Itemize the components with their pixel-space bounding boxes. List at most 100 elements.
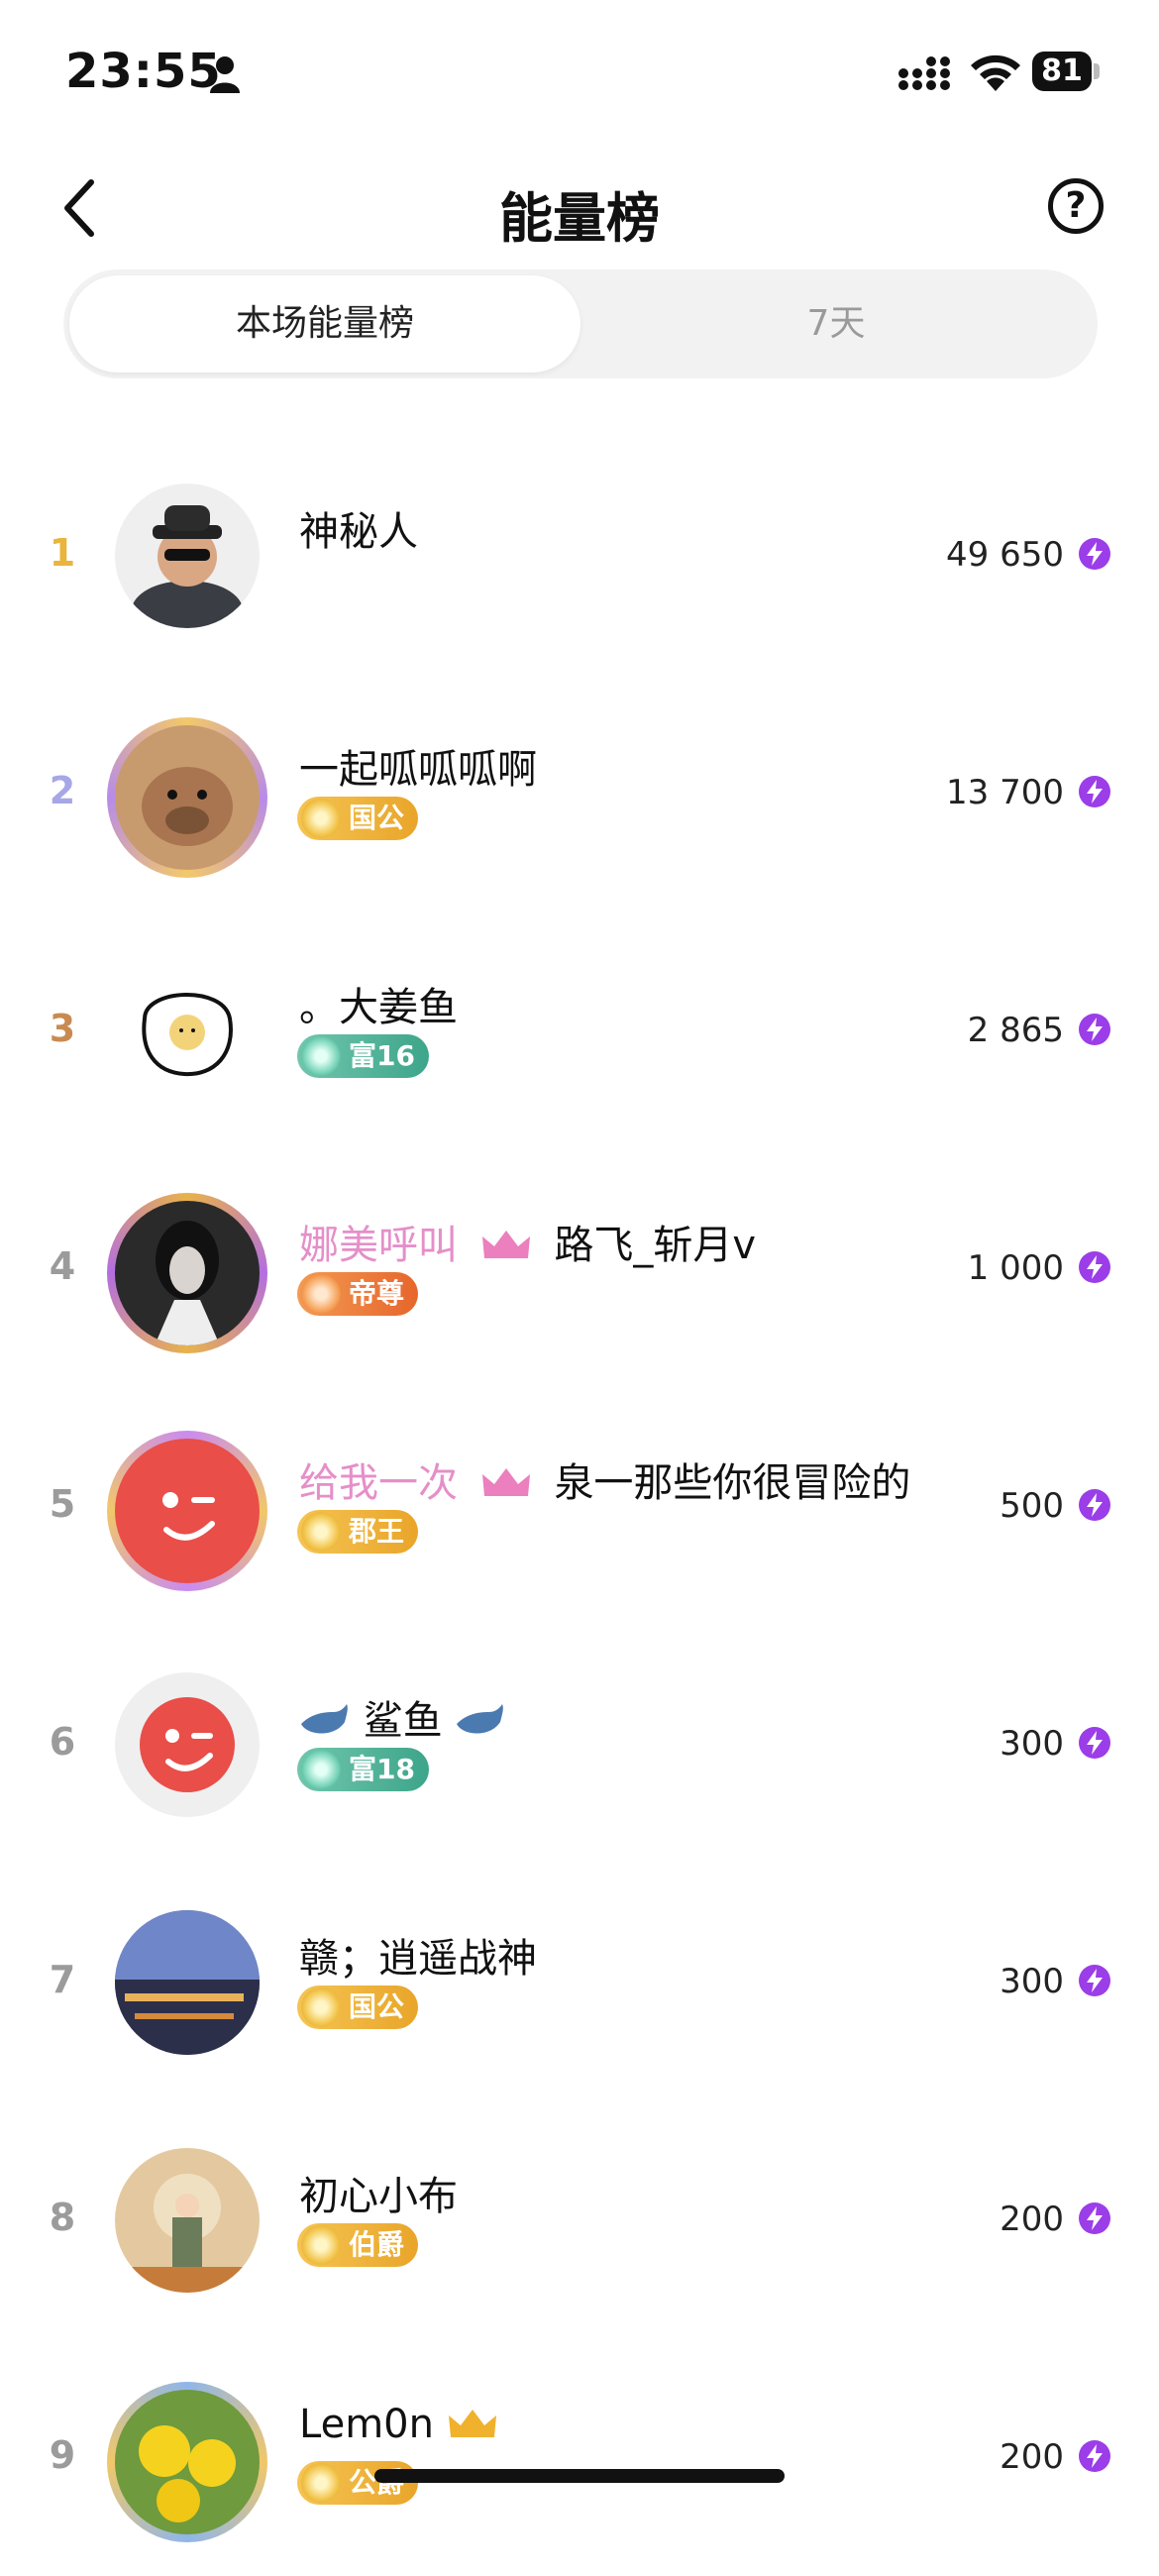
- rank-badge: 公爵: [297, 2461, 419, 2505]
- page-title: 能量榜: [499, 187, 660, 250]
- energy-icon: [1079, 1727, 1110, 1759]
- home-indicator[interactable]: [374, 2469, 785, 2483]
- energy-icon: [1079, 1251, 1110, 1283]
- energy-score: 13 700: [946, 773, 1064, 812]
- energy-score: 2 865: [967, 1011, 1064, 1050]
- avatar[interactable]: [115, 1201, 260, 1345]
- user-name-text: 鲨鱼: [363, 1698, 443, 1744]
- list-item[interactable]: 1 神秘人 49 650: [0, 436, 1159, 674]
- status-bar: 23:55 81: [0, 0, 1159, 149]
- rank-number: 2: [49, 769, 76, 812]
- rank-badge: 帝尊: [297, 1272, 419, 1316]
- energy-icon: [1079, 1965, 1110, 1996]
- badge-label: 国公: [349, 802, 405, 834]
- badge-gem-icon: [301, 1987, 341, 2027]
- status-time: 23:55: [65, 44, 222, 99]
- energy-score: 1 000: [967, 1248, 1064, 1288]
- rank-badge: 国公: [297, 797, 419, 840]
- battery-icon: 81: [1032, 52, 1102, 93]
- badge-label: 富16: [349, 1039, 415, 1072]
- badge-gem-icon: [301, 1274, 341, 1314]
- rank-badge: 富16: [297, 1034, 429, 1078]
- energy-score: 300: [1000, 1724, 1064, 1764]
- rank-number: 3: [49, 1007, 76, 1050]
- list-item[interactable]: 8 初心小布 伯爵 200: [0, 2100, 1159, 2338]
- user-name-prefix: 娜美呼叫: [299, 1223, 458, 1268]
- tab-switcher: 本场能量榜 7天: [63, 269, 1098, 378]
- rank-badge: 伯爵: [297, 2223, 419, 2267]
- badge-gem-icon: [301, 1512, 341, 1552]
- badge-label: 伯爵: [349, 2228, 405, 2261]
- energy-icon: [1079, 2202, 1110, 2234]
- user-name: 。大姜鱼: [299, 985, 458, 1030]
- energy-icon: [1079, 2440, 1110, 2472]
- badge-gem-icon: [301, 2225, 341, 2265]
- badge-label: 富18: [349, 1753, 415, 1785]
- tab-current-session[interactable]: 本场能量榜: [69, 275, 580, 373]
- list-item[interactable]: 2 一起呱呱呱啊 国公 13 700: [0, 674, 1159, 912]
- help-button[interactable]: ?: [1048, 178, 1104, 234]
- energy-icon: [1079, 1489, 1110, 1521]
- nav-header: 能量榜 ?: [0, 149, 1159, 268]
- avatar[interactable]: [115, 959, 260, 1104]
- avatar[interactable]: [115, 2148, 260, 2293]
- user-name-prefix: 给我一次: [299, 1460, 458, 1506]
- rank-number: 5: [49, 1482, 76, 1526]
- tab-7-days[interactable]: 7天: [580, 275, 1092, 373]
- avatar[interactable]: [115, 725, 260, 870]
- list-item[interactable]: 6 鲨鱼 富18 300: [0, 1625, 1159, 1863]
- whale-icon: [301, 1704, 348, 1734]
- user-name-suffix: 泉一那些你很冒险的: [554, 1460, 911, 1506]
- energy-score: 300: [1000, 1962, 1064, 2001]
- rank-badge: 郡王: [297, 1510, 419, 1554]
- wifi-icon: [971, 54, 1020, 91]
- list-item[interactable]: 3 。大姜鱼 富16 2 865: [0, 912, 1159, 1149]
- user-name: Lem0n: [299, 2402, 498, 2447]
- crown-icon: [481, 1468, 530, 1496]
- battery-level: 81: [1032, 52, 1092, 91]
- user-name: 给我一次 泉一那些你很冒险的: [299, 1450, 910, 1508]
- rank-badge: 国公: [297, 1986, 419, 2029]
- energy-score: 49 650: [946, 535, 1064, 575]
- user-name: 神秘人: [299, 509, 418, 555]
- rank-number: 4: [49, 1244, 76, 1288]
- user-name: 鲨鱼: [299, 1688, 506, 1746]
- badge-gem-icon: [301, 1750, 341, 1789]
- energy-icon: [1079, 538, 1110, 570]
- user-name-suffix: 路飞_斩月v: [554, 1223, 757, 1268]
- badge-label: 国公: [349, 1990, 405, 2023]
- user-name: 初心小布: [299, 2174, 458, 2219]
- user-name-text: Lem0n: [299, 2402, 434, 2447]
- energy-score: 200: [1000, 2437, 1064, 2477]
- avatar[interactable]: [115, 2390, 260, 2534]
- badge-gem-icon: [301, 2463, 341, 2503]
- rank-number: 1: [49, 531, 76, 575]
- battery-cap: [1094, 63, 1100, 79]
- crown-icon: [481, 1231, 530, 1258]
- avatar[interactable]: [115, 1672, 260, 1817]
- rank-badge: 富18: [297, 1748, 429, 1791]
- rank-number: 8: [49, 2196, 76, 2239]
- rank-number: 7: [49, 1958, 76, 2001]
- person-icon: [210, 56, 240, 93]
- user-name: 赣；逍遥战神: [299, 1936, 537, 1982]
- badge-label: 郡王: [349, 1515, 405, 1548]
- avatar[interactable]: [115, 1910, 260, 2055]
- badge-gem-icon: [301, 1036, 341, 1076]
- list-item[interactable]: 9 Lem0n 公爵 200: [0, 2338, 1159, 2576]
- energy-icon: [1079, 776, 1110, 807]
- avatar[interactable]: [115, 1439, 260, 1583]
- energy-icon: [1079, 1014, 1110, 1045]
- badge-label: 帝尊: [349, 1277, 405, 1310]
- badge-gem-icon: [301, 799, 341, 838]
- list-item[interactable]: 4 娜美呼叫 路飞_斩月v 帝尊 1 000: [0, 1149, 1159, 1387]
- user-name: 一起呱呱呱啊: [299, 747, 537, 793]
- whale-icon: [457, 1704, 504, 1734]
- rank-number: 9: [49, 2433, 76, 2477]
- list-item[interactable]: 5 给我一次 泉一那些你很冒险的 郡王 500: [0, 1387, 1159, 1625]
- avatar[interactable]: [115, 483, 260, 628]
- crown-icon: [448, 2410, 496, 2437]
- signal-icon: [898, 56, 950, 90]
- list-item[interactable]: 7 赣；逍遥战神 国公 300: [0, 1863, 1159, 2100]
- energy-score: 500: [1000, 1486, 1064, 1526]
